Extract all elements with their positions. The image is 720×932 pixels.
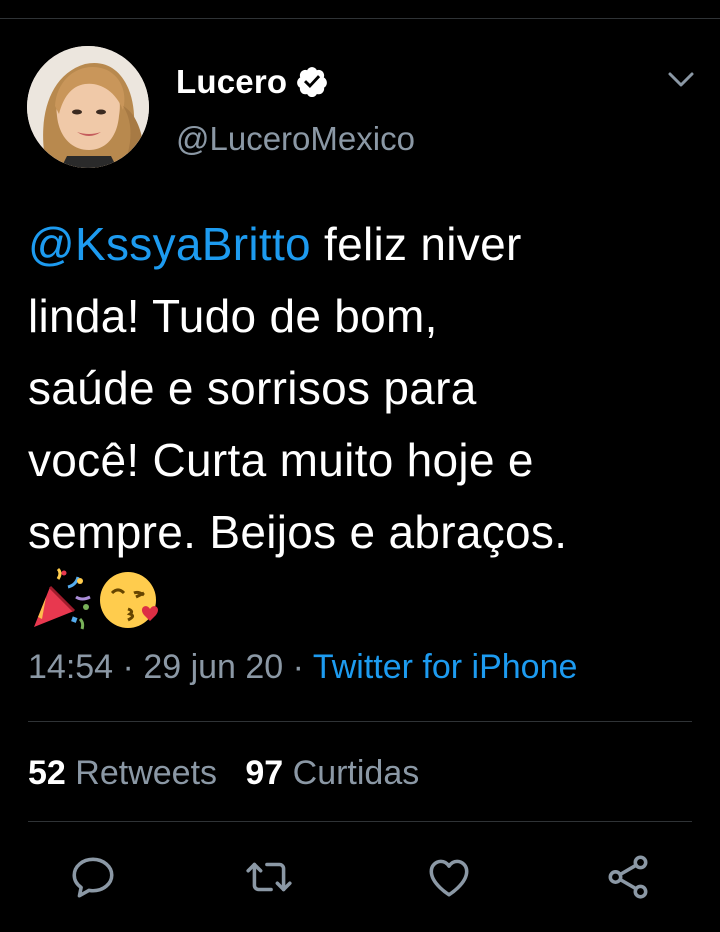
author-name-row: Lucero bbox=[176, 60, 329, 104]
meta-separator: · bbox=[113, 648, 144, 686]
author-handle[interactable]: @LuceroMexico bbox=[176, 120, 415, 158]
likes-stat[interactable]: 97 Curtidas bbox=[245, 754, 419, 792]
tweet-stats: 52 Retweets 97 Curtidas bbox=[28, 754, 419, 793]
divider bbox=[28, 721, 692, 722]
likes-count: 97 bbox=[245, 754, 284, 792]
retweet-icon[interactable] bbox=[244, 852, 294, 902]
retweets-count: 52 bbox=[28, 754, 66, 792]
tweet-time[interactable]: 14:54 bbox=[28, 648, 113, 686]
reply-icon[interactable] bbox=[68, 852, 118, 902]
like-icon[interactable] bbox=[424, 852, 474, 902]
top-divider bbox=[0, 18, 720, 19]
tweet-text: @KssyaBritto feliz niver linda! Tudo de … bbox=[28, 208, 698, 568]
chevron-down-icon[interactable] bbox=[666, 68, 696, 92]
tweet-meta: 14:54 · 29 jun 20 · Twitter for iPhone bbox=[28, 648, 577, 687]
divider bbox=[28, 821, 692, 822]
meta-separator: · bbox=[283, 648, 313, 686]
emoji-row bbox=[28, 565, 164, 635]
kissing-face-heart-icon bbox=[100, 572, 159, 628]
tweet-line-1: @KssyaBritto feliz niver bbox=[28, 208, 698, 280]
tweet-source-link[interactable]: Twitter for iPhone bbox=[313, 648, 578, 686]
mention-link[interactable]: @KssyaBritto bbox=[28, 218, 311, 270]
tweet-line-5: sempre. Beijos e abraços. bbox=[28, 506, 568, 558]
avatar[interactable] bbox=[27, 46, 149, 168]
retweets-stat[interactable]: 52 Retweets bbox=[28, 754, 217, 792]
party-popper-icon bbox=[34, 567, 91, 630]
verified-badge-icon bbox=[297, 67, 328, 98]
avatar-portrait bbox=[27, 46, 149, 168]
share-icon[interactable] bbox=[603, 852, 653, 902]
retweets-label: Retweets bbox=[75, 754, 218, 792]
tweet-line-2: linda! Tudo de bom, bbox=[28, 290, 438, 342]
tweet-date[interactable]: 29 jun 20 bbox=[143, 648, 283, 686]
tweet-line-4: você! Curta muito hoje e bbox=[28, 434, 534, 486]
author-name[interactable]: Lucero bbox=[176, 63, 287, 101]
tweet-line-3: saúde e sorrisos para bbox=[28, 362, 477, 414]
tweet-text-segment: feliz niver bbox=[310, 218, 522, 270]
likes-label: Curtidas bbox=[292, 754, 420, 792]
